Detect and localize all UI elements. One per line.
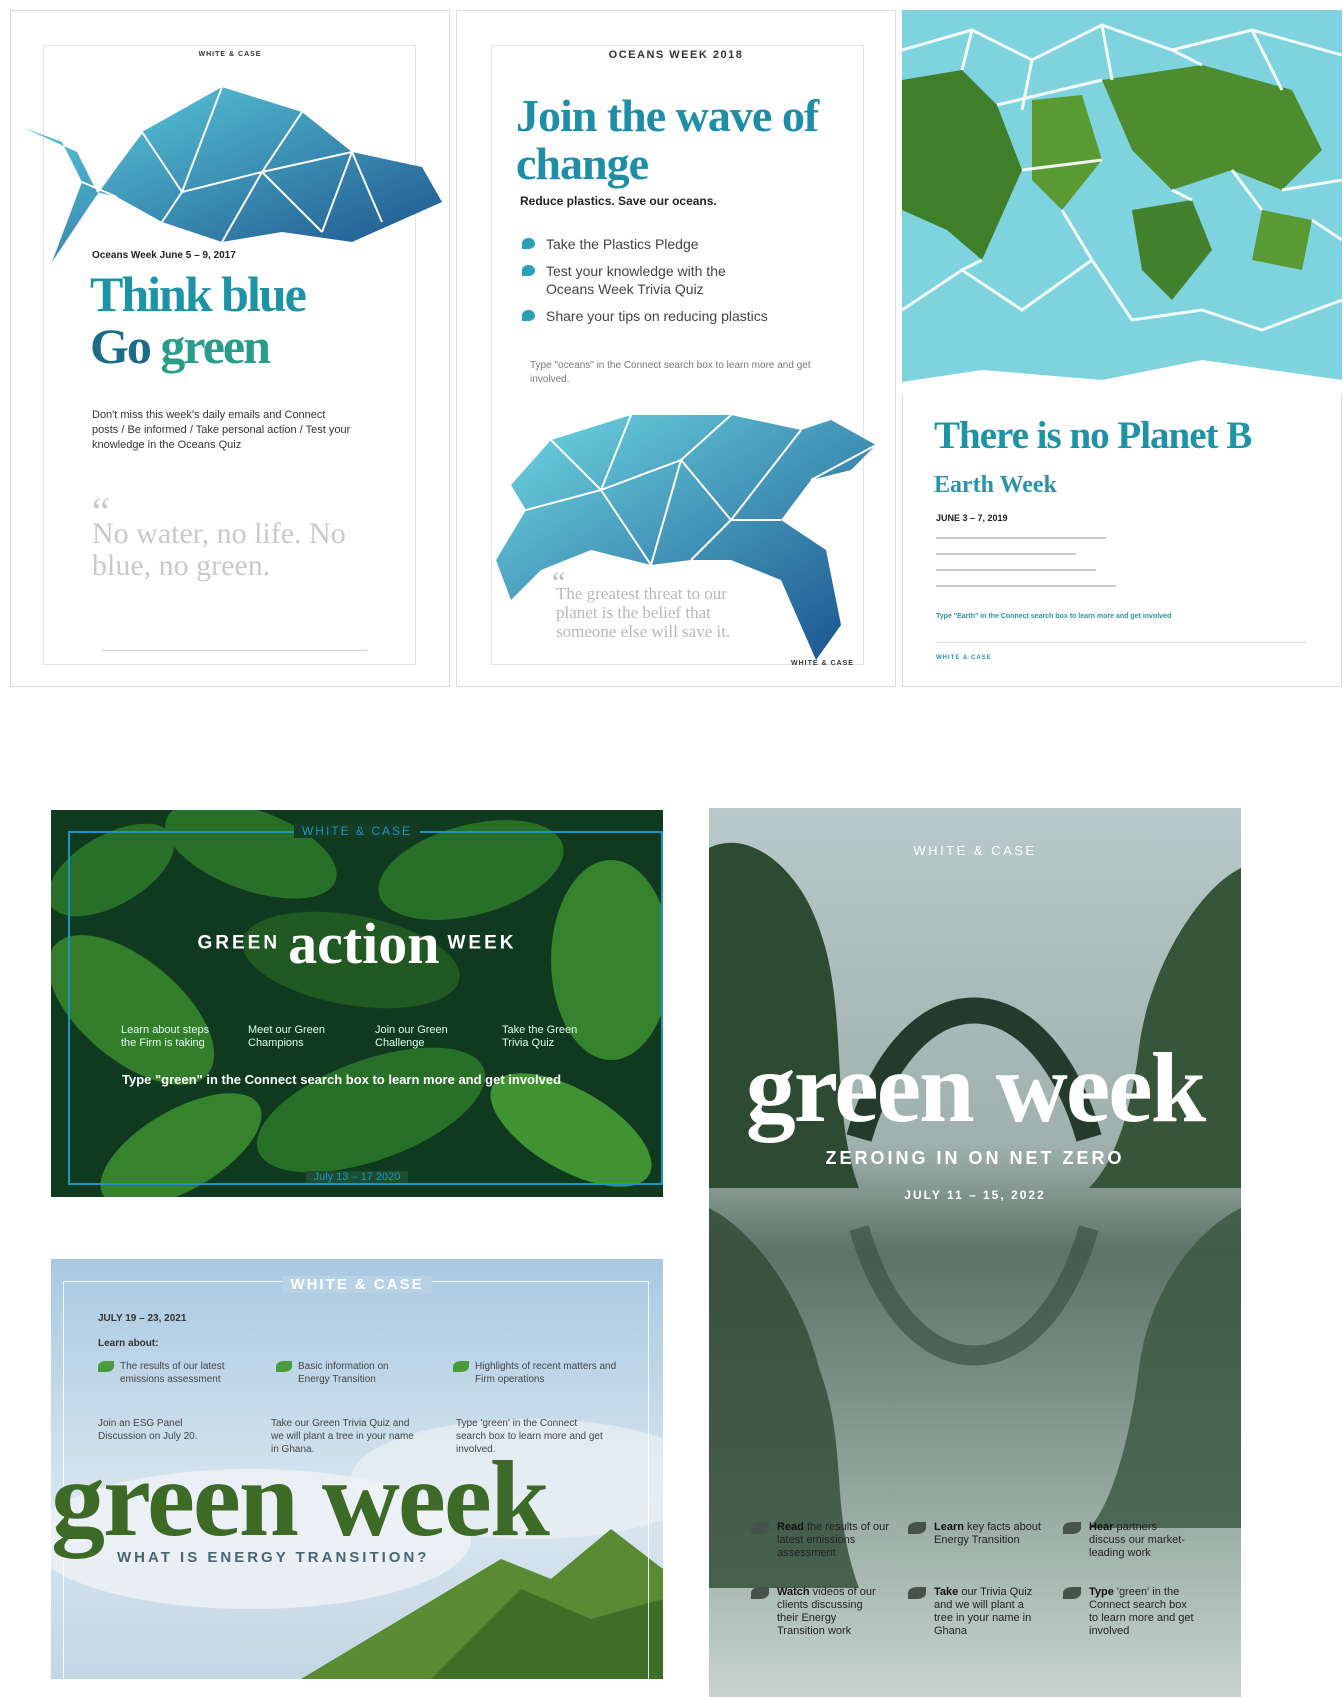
action-item: Learn key facts about Energy Transition (908, 1521, 1048, 1547)
earth-week-title: Earth Week (934, 472, 1057, 498)
logo-text: OCEANS WEEK 2018 (598, 49, 754, 61)
poster-quote: The greatest threat to our planet is the… (556, 584, 731, 641)
activity-columns: Learn about steps the Firm is taking Mee… (121, 1024, 601, 1050)
poster-quote: No water, no life. No blue, no green. (92, 517, 346, 582)
activity-item: Meet our Green Champions (248, 1024, 326, 1049)
footer-rule (102, 650, 367, 651)
detail-lines (936, 537, 1116, 587)
green-week-headline: green week (51, 1440, 550, 1559)
action-item: Type 'green' in the Connect search box t… (1063, 1586, 1198, 1638)
search-note: Type "oceans" in the Connect search box … (530, 360, 811, 385)
bullet-item: Test your knowledge with the Oceans Week… (520, 262, 750, 298)
poster-oceans-week-2018: OCEANS WEEK 2018 Join the wave of change… (456, 10, 896, 687)
title-action: action (288, 911, 440, 976)
poster-body-text: Don't miss this week's daily emails and … (92, 409, 351, 451)
bullet-item: Share your tips on reducing plastics (520, 307, 820, 325)
activity-item: Learn about steps the Firm is taking (121, 1024, 210, 1049)
headline-planet-b: There is no Planet B (934, 414, 1252, 457)
activity-item: Join our Green Challenge (375, 1024, 448, 1049)
logo-text: WHITE & CASE (282, 1276, 432, 1293)
event-date: JUNE 3 – 7, 2019 (936, 513, 1008, 523)
subheadline: Reduce plastics. Save our oceans. (520, 194, 717, 208)
logo-text: WHITE & CASE (913, 843, 1037, 858)
action-item: Read the results of our latest emissions… (751, 1521, 911, 1560)
bullet-item: Take the Plastics Pledge (520, 235, 820, 253)
whale-illustration (22, 86, 442, 262)
headline-go: Go (90, 318, 161, 374)
logo-footer: WHITE & CASE (791, 660, 854, 667)
bullet-list: Take the Plastics Pledge Test your knowl… (520, 235, 820, 334)
action-verb: Take (934, 1586, 959, 1598)
action-verb: Watch (777, 1586, 810, 1598)
learn-item: Basic information on Energy Transition (276, 1360, 416, 1386)
action-verb: Hear (1089, 1521, 1114, 1533)
logo-footer: WHITE & CASE (936, 655, 992, 661)
action-item: Watch videos of our clients discussing t… (751, 1586, 886, 1638)
headline-green: green (160, 318, 270, 374)
poster-green-week-2022: WHITE & CASE green week ZEROING IN ON NE… (709, 808, 1241, 1697)
action-verb: Learn (934, 1521, 964, 1533)
footer-rule (936, 642, 1306, 643)
poster-earth-week: There is no Planet B Earth Week JUNE 3 –… (902, 10, 1342, 687)
action-verb: Type (1089, 1586, 1114, 1598)
learn-about-label: Learn about: (98, 1338, 159, 1349)
green-week-headline: green week (745, 1032, 1207, 1143)
action-verb: Read (777, 1521, 804, 1533)
logo-text: WHITE & CASE (293, 824, 420, 838)
title-week: WEEK (447, 932, 517, 954)
search-note: Type "green" in the Connect search box t… (122, 1072, 562, 1087)
activity-item: Take the Green Trivia Quiz (502, 1024, 578, 1049)
event-date: July 13 – 17 2020 (305, 1171, 409, 1183)
event-date: JULY 11 – 15, 2022 (904, 1188, 1046, 1202)
headline-wave-of-change: Join the wave of change (516, 90, 819, 189)
mosaic-world-illustration (902, 10, 1342, 395)
action-item: Hear partners discuss our market-leading… (1063, 1521, 1193, 1560)
headline-think-blue: Think blue (90, 266, 307, 322)
forest-bridge-background (709, 808, 1241, 1697)
poster-green-week-2021: WHITE & CASE JULY 19 – 23, 2021 Learn ab… (51, 1259, 663, 1679)
title-green: GREEN (197, 932, 281, 954)
poster-think-blue: WHITE & CASE Oceans Week June 5 – 9, 201… (10, 10, 450, 687)
headline-go-green: Go green (90, 318, 271, 374)
subheadline: ZEROING IN ON NET ZERO (825, 1148, 1125, 1168)
event-date-title: Oceans Week June 5 – 9, 2017 (92, 250, 236, 261)
learn-item: Highlights of recent matters and Firm op… (453, 1360, 623, 1386)
subheadline: WHAT IS ENERGY TRANSITION? (117, 1549, 430, 1566)
green-action-week-title: GREEN action WEEK (51, 910, 663, 977)
search-note: Type "Earth" in the Connect search box t… (936, 613, 1172, 620)
event-date: JULY 19 – 23, 2021 (98, 1313, 187, 1324)
learn-item: The results of our latest emissions asse… (98, 1360, 248, 1386)
poster-frame (68, 831, 663, 1185)
poster-green-action-week: WHITE & CASE GREEN action WEEK Learn about… (51, 810, 663, 1197)
logo-text: WHITE & CASE (188, 51, 272, 58)
action-item: Take our Trivia Quiz and we will plant a… (908, 1586, 1043, 1638)
